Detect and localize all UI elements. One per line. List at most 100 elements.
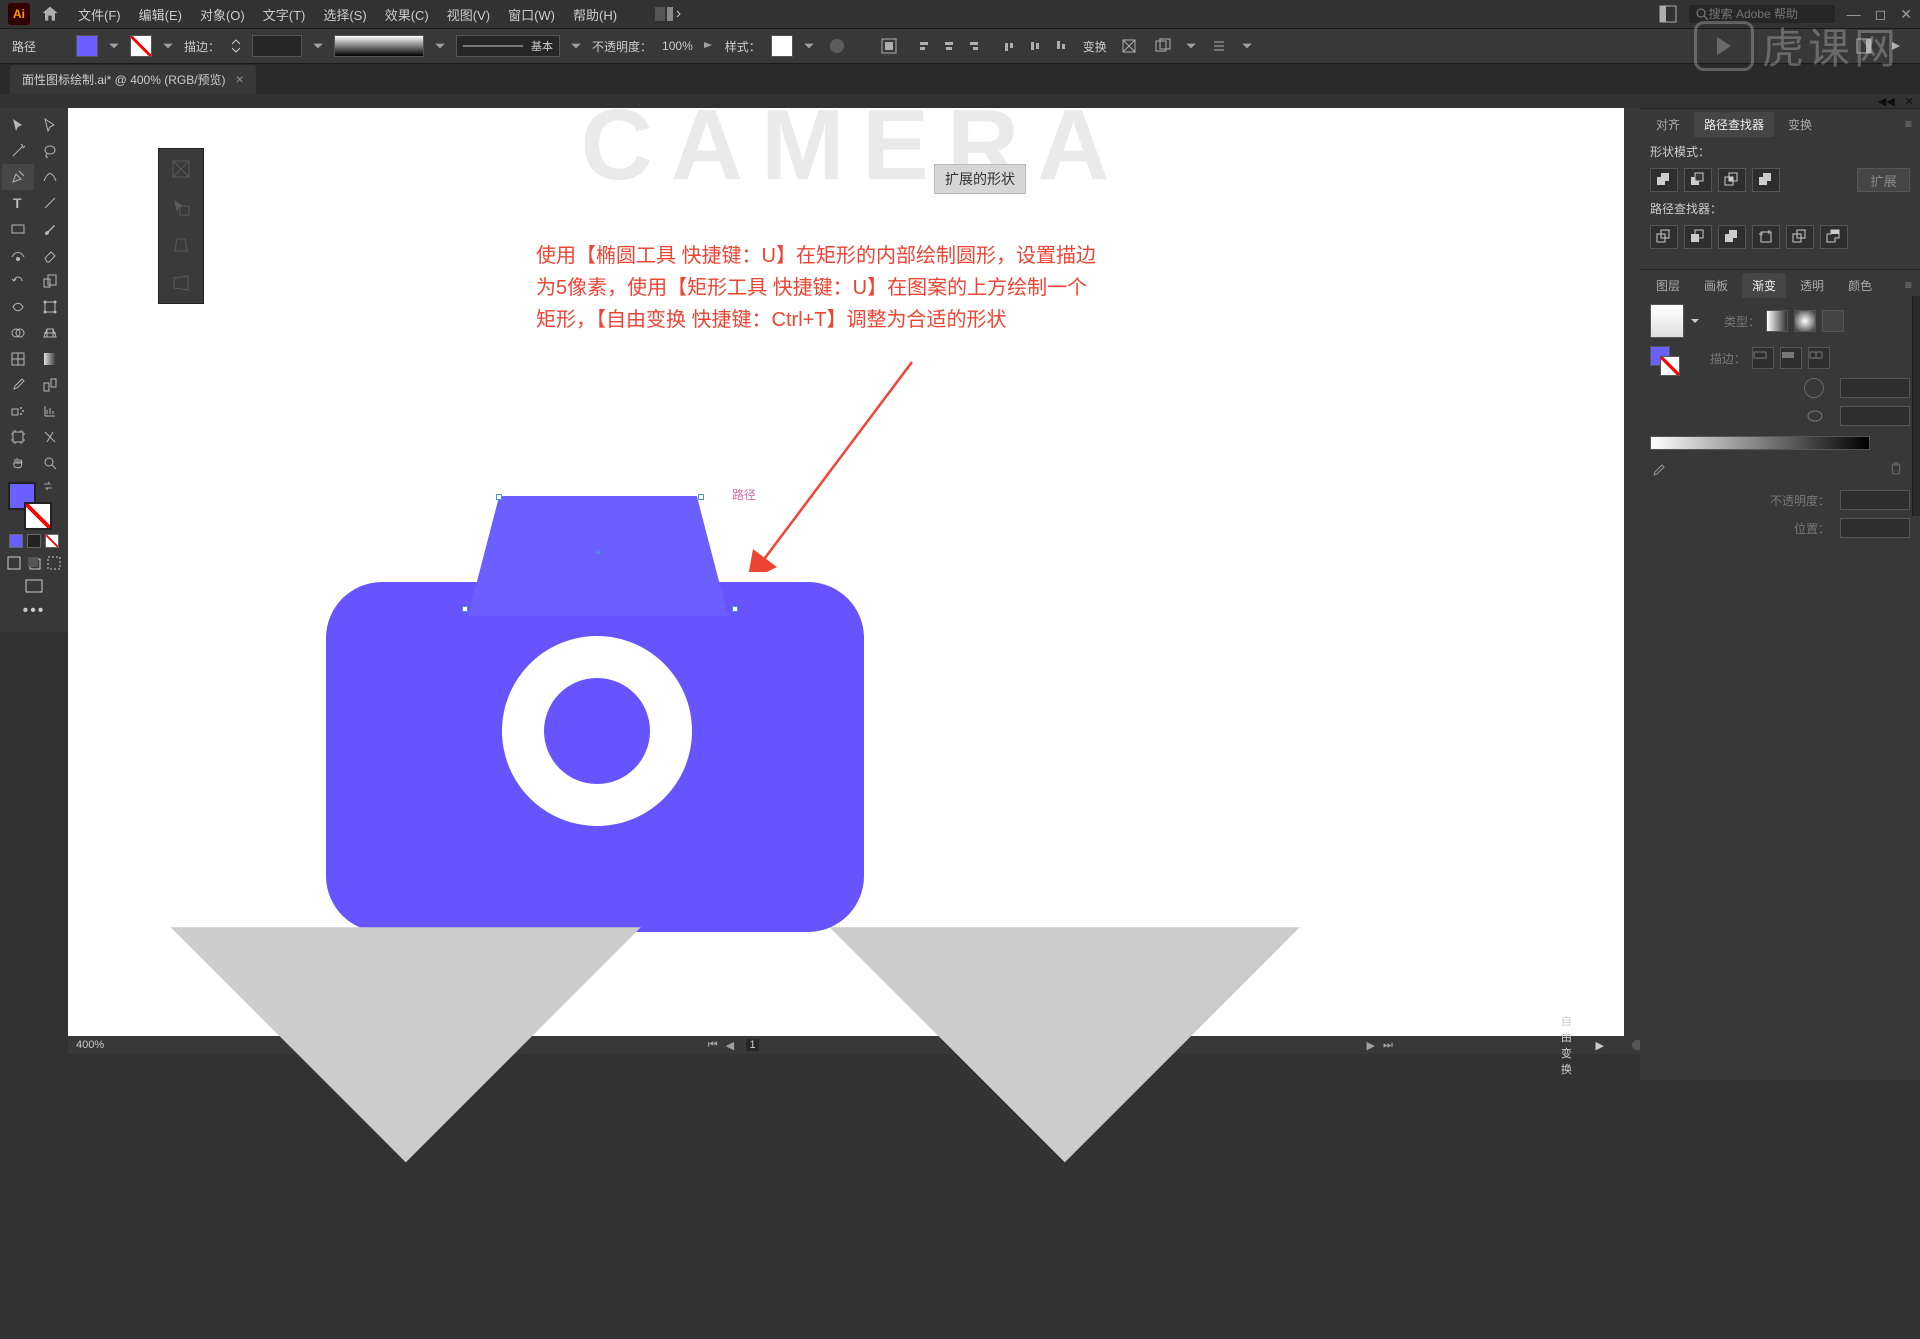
brush-definition[interactable]: 基本 [456,35,560,57]
opacity-value[interactable]: 100% [662,39,693,53]
scale-tool[interactable] [34,268,66,294]
workspace-switcher[interactable] [655,7,681,21]
eyedropper-grad-icon[interactable] [1650,463,1666,479]
color-mode-none[interactable] [45,534,59,548]
variable-width-profile[interactable] [334,35,424,57]
angle-input[interactable] [1840,378,1910,398]
symbol-sprayer-tool[interactable] [2,398,34,424]
grad-panel-menu-icon[interactable]: ≡ [1905,278,1912,292]
menu-file[interactable]: 文件(F) [78,5,121,24]
artboard-next-icon[interactable]: ▶ [1367,1039,1375,1052]
profile-dropdown[interactable] [434,40,446,52]
shape-builder-tool[interactable] [2,320,34,346]
shape-props-icon[interactable] [1117,34,1141,58]
minus-front-icon[interactable] [1684,168,1712,192]
free-transform-widget[interactable] [158,148,204,304]
curvature-tool[interactable] [34,164,66,190]
ft-distort-icon[interactable] [169,271,193,295]
minimize-icon[interactable]: — [1847,6,1861,23]
tab-transparency[interactable]: 透明 [1790,273,1834,298]
draw-behind-icon[interactable] [27,556,41,570]
help-search-input[interactable] [1709,7,1829,21]
blend-tool[interactable] [34,372,66,398]
width-tool[interactable] [2,294,34,320]
shaper-tool[interactable] [2,242,34,268]
home-icon[interactable] [40,4,60,24]
stroke-stepper[interactable] [230,37,242,55]
status-menu-icon[interactable]: ▶ [1596,1039,1604,1052]
ft-constrain-icon[interactable] [169,157,193,181]
stroke-weight-dropdown[interactable] [312,40,324,52]
free-transform-tool[interactable] [34,294,66,320]
merge-icon[interactable] [1718,225,1746,249]
intersect-icon[interactable] [1718,168,1746,192]
stroke-grad-across-icon[interactable] [1808,347,1830,369]
tab-transform[interactable]: 变换 [1778,112,1822,137]
opacity-slider-icon[interactable] [703,40,715,52]
stroke-dropdown-icon[interactable] [162,40,174,52]
edit-toolbar-icon[interactable]: ••• [23,602,46,620]
slice-tool[interactable] [34,424,66,450]
collapsed-panel-strip[interactable] [1912,296,1920,516]
swap-fill-stroke-icon[interactable] [42,480,54,492]
artboard-prev-icon[interactable]: ◀ [726,1039,734,1052]
screen-mode-button[interactable] [24,578,44,594]
menu-window[interactable]: 窗口(W) [508,5,555,24]
panel-close-icon[interactable]: ✕ [1905,95,1914,108]
stroke-weight-input[interactable] [252,35,302,57]
transform-label[interactable]: 变换 [1083,38,1107,55]
draw-normal-icon[interactable] [7,556,21,570]
vertical-scrollbar[interactable] [1624,108,1640,1036]
style-dropdown[interactable] [803,40,815,52]
tab-artboards[interactable]: 画板 [1694,273,1738,298]
stroke-grad-along-icon[interactable] [1780,347,1802,369]
trim-icon[interactable] [1684,225,1712,249]
gradient-tool[interactable] [34,346,66,372]
document-tab[interactable]: 面性图标绘制.ai* @ 400% (RGB/预览) × [10,65,256,94]
recolor-icon[interactable] [825,34,849,58]
menu-help[interactable]: 帮助(H) [573,5,617,24]
type-tool[interactable]: T [2,190,34,216]
hand-tool[interactable] [2,450,34,476]
stroke-swatch[interactable] [130,35,152,57]
panel-collapse-left-icon[interactable]: ◀◀ [1878,95,1895,108]
draw-inside-icon[interactable] [47,556,61,570]
sel-handle-tl[interactable] [496,494,502,500]
crop-icon[interactable] [1752,225,1780,249]
outline-icon[interactable] [1786,225,1814,249]
paintbrush-tool[interactable] [34,216,66,242]
close-icon[interactable]: ✕ [1900,6,1912,23]
lasso-tool[interactable] [34,138,66,164]
sel-center-point[interactable]: ✦ [594,548,602,556]
grad-preset-dropdown[interactable] [1690,316,1700,326]
line-tool[interactable] [34,190,66,216]
align-to-icon[interactable] [877,34,901,58]
align-hcenter-icon[interactable] [937,34,961,58]
align-top-icon[interactable] [997,34,1021,58]
arrange-docs-icon[interactable] [1659,5,1677,23]
exclude-icon[interactable] [1752,168,1780,192]
radial-gradient-icon[interactable] [1794,310,1816,332]
isolate-dropdown[interactable] [1185,40,1197,52]
tab-align[interactable]: 对齐 [1646,112,1690,137]
angle-wheel-icon[interactable] [1804,378,1824,398]
aspect-input[interactable] [1840,406,1910,426]
artboard-tool[interactable] [2,424,34,450]
gradient-slider[interactable] [1650,436,1870,450]
menu-select[interactable]: 选择(S) [323,5,366,24]
brush-dropdown[interactable] [570,40,582,52]
menu-view[interactable]: 视图(V) [447,5,490,24]
artboard-first-icon[interactable]: ⏮ [708,1039,718,1052]
delete-stop-icon[interactable] [1888,460,1910,482]
panel-collapse-icon[interactable] [1884,34,1908,58]
sel-handle-bl[interactable] [462,606,468,612]
more-dropdown[interactable] [1241,40,1253,52]
stroke-grad-within-icon[interactable] [1752,347,1774,369]
eyedropper-tool[interactable] [2,372,34,398]
fill-stroke-control[interactable] [8,482,48,526]
direct-selection-tool[interactable] [34,112,66,138]
perspective-tool[interactable] [34,320,66,346]
minus-back-icon[interactable] [1820,225,1848,249]
graphic-style-swatch[interactable] [771,35,793,57]
panel-dock-icon[interactable] [1852,34,1876,58]
